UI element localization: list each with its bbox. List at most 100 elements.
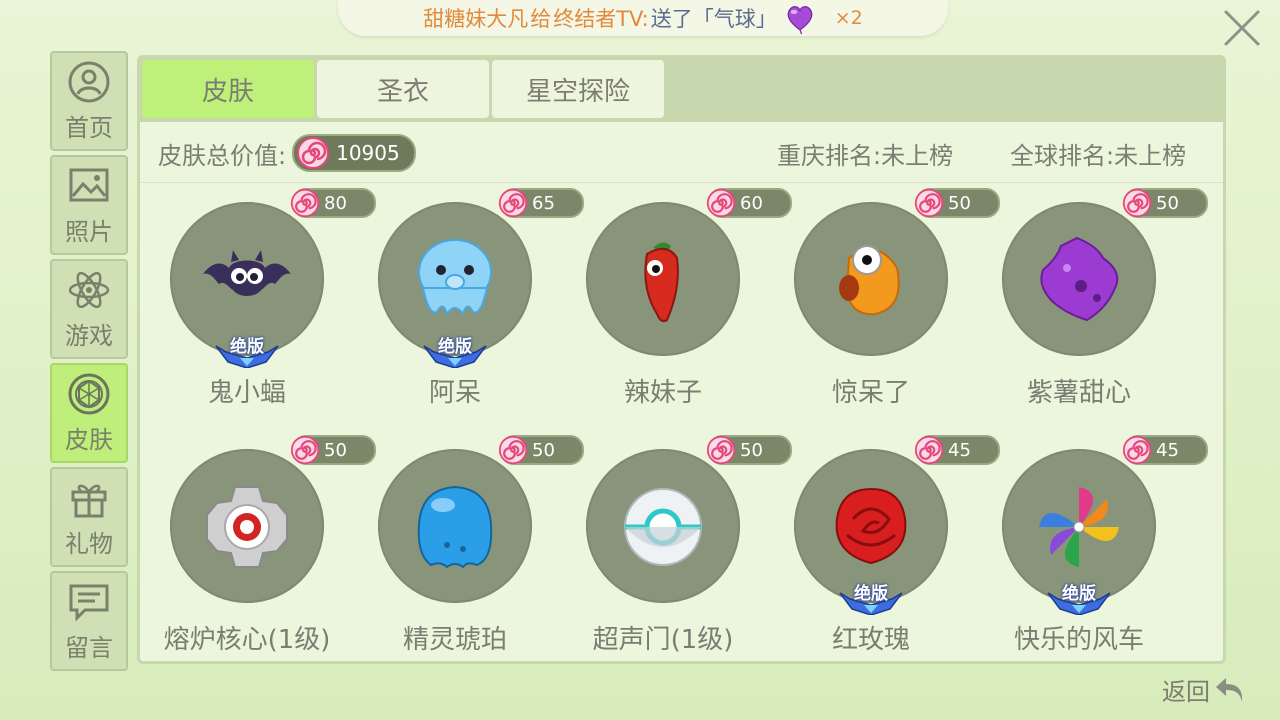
candy-icon <box>290 188 320 218</box>
sidebar-item-label: 留言 <box>65 633 113 662</box>
sidebar-item-skins[interactable]: 皮肤 <box>50 363 128 463</box>
skin-thumbnail <box>378 449 532 603</box>
purple-blob-icon <box>1027 228 1131 332</box>
skin-summary-bar: 皮肤总价值: 10905 重庆排名:未上榜 全球排名:未上榜 <box>140 124 1223 183</box>
skin-card[interactable]: 60 辣妹子 <box>556 186 792 416</box>
photo-icon <box>69 168 109 201</box>
sphere-icon <box>611 475 715 579</box>
back-label: 返回 <box>1162 677 1210 706</box>
rose-icon <box>819 475 923 579</box>
sidebar-item-label: 游戏 <box>65 321 113 350</box>
candy-icon <box>1122 435 1152 465</box>
gift-notification-banner: 甜糖妹大凡 给 终结者TV: 送了「气球」 ×2 <box>338 0 948 36</box>
skins-panel: 皮肤 圣衣 星空探险 皮肤总价值: 10905 重庆排名:未上榜 全球排名:未上… <box>137 55 1226 664</box>
skin-card[interactable]: 80 绝版 鬼小蝠 <box>140 186 376 416</box>
skin-card[interactable]: 50 精灵琥珀 <box>348 433 584 663</box>
core-icon <box>195 475 299 579</box>
skin-name: 熔炉核心(1级) <box>163 625 331 655</box>
skin-thumbnail <box>586 449 740 603</box>
skin-card[interactable]: 50 超声门(1级) <box>556 433 792 663</box>
candy-icon <box>1122 188 1152 218</box>
skin-name: 鬼小蝠 <box>207 378 286 408</box>
skin-card[interactable]: 65 绝版阿呆 <box>348 186 584 416</box>
limited-edition-badge: 绝版 <box>836 579 906 616</box>
tab-star-adventure[interactable]: 星空探险 <box>492 60 664 118</box>
pinwheel-icon <box>1027 475 1131 579</box>
skin-name: 超声门(1级) <box>592 625 734 655</box>
sidebar-item-label: 礼物 <box>65 529 113 558</box>
close-button[interactable] <box>1220 6 1264 50</box>
banner-connector: 给 <box>530 7 552 31</box>
tab-skins[interactable]: 皮肤 <box>142 60 314 118</box>
skin-card[interactable]: 45 绝版红玫瑰 <box>764 433 1000 663</box>
skin-name: 快乐的风车 <box>1013 625 1144 655</box>
candy-icon <box>498 188 528 218</box>
sidebar-item-photos[interactable]: 照片 <box>50 155 128 255</box>
sidebar-item-label: 皮肤 <box>65 425 113 454</box>
return-arrow-icon <box>1216 678 1243 702</box>
sidebar-item-label: 首页 <box>65 113 113 142</box>
sidebar-item-messages[interactable]: 留言 <box>50 571 128 671</box>
skin-price: 50 <box>324 439 347 461</box>
skin-price: 45 <box>948 439 971 461</box>
total-value-badge: 10905 <box>292 134 416 172</box>
local-rank: 重庆排名:未上榜 <box>777 141 954 170</box>
candy-icon <box>297 137 330 169</box>
skin-card[interactable]: 50 紫薯甜心 <box>972 186 1208 416</box>
skin-grid: 80 绝版 鬼小蝠 65 绝版 阿呆 60 辣妹子 50 惊呆了 50 紫薯甜心 50 熔炉核心(1级) 5… <box>140 186 1223 661</box>
limited-edition-badge: 绝版 <box>420 332 490 369</box>
candy-icon <box>914 435 944 465</box>
skin-thumbnail <box>586 202 740 356</box>
skin-price: 50 <box>1156 192 1179 214</box>
bird-icon <box>819 228 923 332</box>
skin-card[interactable]: 50 惊呆了 <box>764 186 1000 416</box>
skin-name: 惊呆了 <box>831 378 910 408</box>
sidebar-item-gifts[interactable]: 礼物 <box>50 467 128 567</box>
skin-price: 65 <box>532 192 555 214</box>
back-button[interactable]: 返回 <box>1162 672 1246 706</box>
octopus-icon <box>403 228 507 332</box>
skin-name: 紫薯甜心 <box>1026 378 1131 408</box>
skin-card[interactable]: 45 绝版快乐的风车 <box>972 433 1208 663</box>
limited-edition-badge: 绝版 <box>1044 579 1114 616</box>
sidebar-item-home[interactable]: 首页 <box>50 51 128 151</box>
skin-thumbnail <box>794 202 948 356</box>
skin-price: 50 <box>740 439 763 461</box>
user-icon <box>68 61 110 102</box>
skin-card[interactable]: 50 熔炉核心(1级) <box>140 433 376 663</box>
badge-label: 绝版 <box>438 337 472 357</box>
gift-icon <box>71 484 107 517</box>
sidebar: 首页 照片 游戏 皮肤 礼物 留言 <box>50 51 128 675</box>
candy-icon <box>914 188 944 218</box>
tab-holy-cloth[interactable]: 圣衣 <box>317 60 489 118</box>
skin-price: 60 <box>740 192 763 214</box>
banner-count: ×2 <box>834 7 863 29</box>
candy-icon <box>498 435 528 465</box>
skin-thumbnail <box>1002 202 1156 356</box>
atom-icon <box>68 271 110 308</box>
skin-name: 红玫瑰 <box>831 625 910 655</box>
banner-message: 送了「气球」 <box>650 7 777 31</box>
skin-name: 辣妹子 <box>623 378 702 408</box>
pepper-icon <box>611 228 715 332</box>
total-value: 10905 <box>336 141 400 165</box>
banner-receiver: 终结者TV: <box>553 7 649 31</box>
skin-price-badge: 50 <box>1122 188 1208 218</box>
skin-name: 精灵琥珀 <box>402 625 507 655</box>
skin-name: 阿呆 <box>428 378 481 408</box>
global-rank: 全球排名:未上榜 <box>1010 141 1187 170</box>
balloon-heart-icon <box>787 6 813 35</box>
skin-price: 50 <box>532 439 555 461</box>
limited-edition-badge: 绝版 <box>212 332 282 369</box>
message-icon <box>69 584 109 622</box>
total-value-label: 皮肤总价值: <box>158 141 287 170</box>
skin-thumbnail <box>170 449 324 603</box>
badge-label: 绝版 <box>1062 584 1096 604</box>
badge-label: 绝版 <box>854 584 888 604</box>
sidebar-item-games[interactable]: 游戏 <box>50 259 128 359</box>
skin-price: 45 <box>1156 439 1179 461</box>
candy-icon <box>706 188 736 218</box>
skin-price-badge: 45 <box>1122 435 1208 465</box>
skin-icon <box>68 373 110 414</box>
skin-price: 50 <box>948 192 971 214</box>
